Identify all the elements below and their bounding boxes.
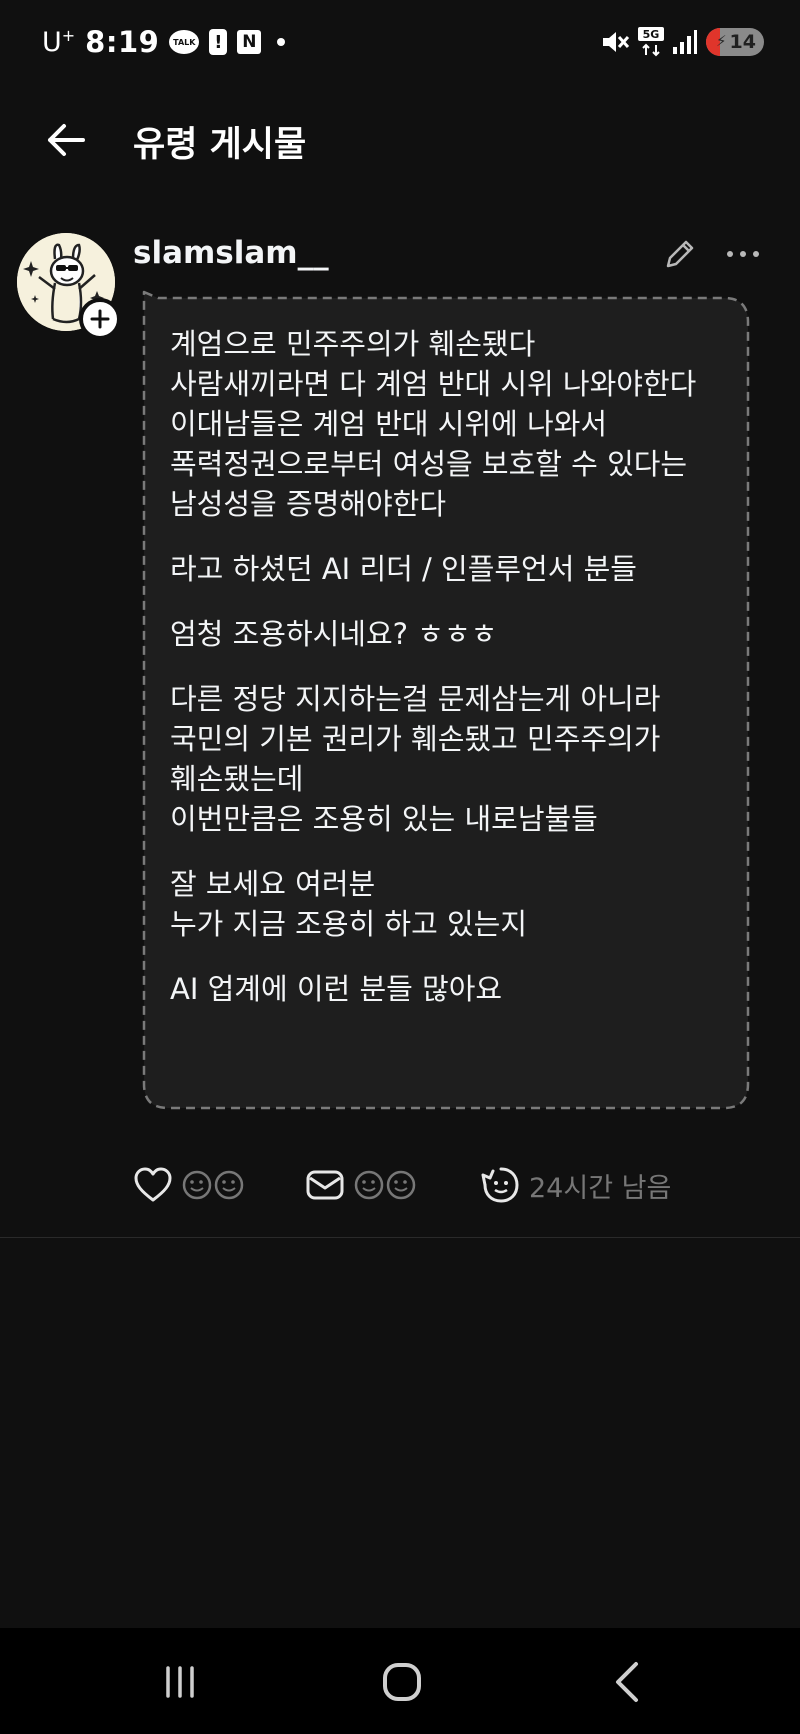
- back-button[interactable]: [40, 114, 92, 166]
- post-paragraph: 다른 정당 지지하는걸 문제삼는게 아니라 국민의 기본 권리가 훼손됐고 민주…: [170, 682, 661, 836]
- status-right: 5G ⚡ 14: [600, 24, 764, 60]
- edit-button[interactable]: [660, 234, 700, 274]
- heart-icon: [134, 1167, 172, 1202]
- arrow-left-icon: [48, 124, 85, 156]
- kakaotalk-icon: TALK: [169, 30, 200, 54]
- battery-level: 14: [729, 31, 756, 53]
- envelope-icon: [306, 1170, 344, 1200]
- network-type: 5G: [643, 28, 660, 41]
- post-actions: 24시간 남음: [133, 1160, 773, 1210]
- carrier-name: U: [42, 27, 62, 58]
- like-reactions: [181, 1168, 247, 1202]
- ghost-timer-icon: [481, 1167, 519, 1203]
- post-body: 계엄으로 민주주의가 훼손됐다 사람새끼라면 다 계엄 반대 시위 나와야한다 …: [170, 324, 740, 1034]
- ghost-post-bubble: 계엄으로 민주주의가 훼손됐다 사람새끼라면 다 계엄 반대 시위 나와야한다 …: [140, 290, 757, 1122]
- reply-reactions: [353, 1168, 419, 1202]
- reply-button[interactable]: [305, 1160, 419, 1210]
- time-remaining-label: 24시간 남음: [529, 1172, 672, 1204]
- battery-icon: ⚡ 14: [706, 28, 764, 56]
- home-button[interactable]: [372, 1652, 432, 1712]
- post-paragraph: 계엄으로 민주주의가 훼손됐다 사람새끼라면 다 계엄 반대 시위 나와야한다 …: [170, 327, 697, 521]
- post-paragraph: AI 업계에 이런 분들 많아요: [170, 972, 503, 1006]
- notification-dot-icon: [277, 38, 286, 46]
- recent-apps-button[interactable]: [150, 1652, 210, 1712]
- username[interactable]: slamslam__: [133, 235, 329, 271]
- recent-apps-icon: [166, 1666, 194, 1698]
- mute-icon: [600, 28, 630, 56]
- smiley-faces-icon: [354, 1170, 416, 1200]
- more-horizontal-icon: [727, 251, 759, 257]
- system-navigation-bar: [0, 1628, 800, 1734]
- signal-icon: [672, 29, 698, 55]
- charging-bolt-icon: ⚡: [716, 32, 727, 50]
- carrier-plus: +: [61, 26, 76, 45]
- pencil-icon: [666, 240, 694, 268]
- like-button[interactable]: [133, 1160, 247, 1210]
- network-5g-icon: 5G: [638, 27, 664, 57]
- carrier-label: U+: [42, 26, 75, 58]
- app-header: 유령 게시물: [0, 96, 800, 182]
- status-bar: U+ 8:19 TALK ! N 5G ⚡ 14: [0, 0, 800, 84]
- home-icon: [383, 1663, 421, 1701]
- clock: 8:19: [85, 25, 160, 59]
- alert-icon: !: [209, 29, 228, 55]
- status-left: U+ 8:19 TALK ! N: [42, 22, 286, 62]
- system-back-button[interactable]: [598, 1652, 658, 1712]
- naver-icon: N: [237, 30, 262, 54]
- post-paragraph: 라고 하셨던 AI 리더 / 인플루언서 분들: [170, 552, 637, 586]
- more-options-button[interactable]: [726, 236, 760, 272]
- divider: [0, 1237, 800, 1238]
- post-paragraph: 엄청 조용하시네요? ㅎㅎㅎ: [170, 617, 498, 651]
- page-title: 유령 게시물: [133, 125, 307, 165]
- smiley-faces-icon: [182, 1170, 244, 1200]
- post-paragraph: 잘 보세요 여러분 누가 지금 조용히 하고 있는지: [170, 867, 528, 941]
- follow-button[interactable]: [79, 298, 121, 340]
- plus-icon: [90, 309, 110, 329]
- chevron-left-icon: [616, 1662, 638, 1702]
- expiry-timer: 24시간 남음: [481, 1160, 671, 1210]
